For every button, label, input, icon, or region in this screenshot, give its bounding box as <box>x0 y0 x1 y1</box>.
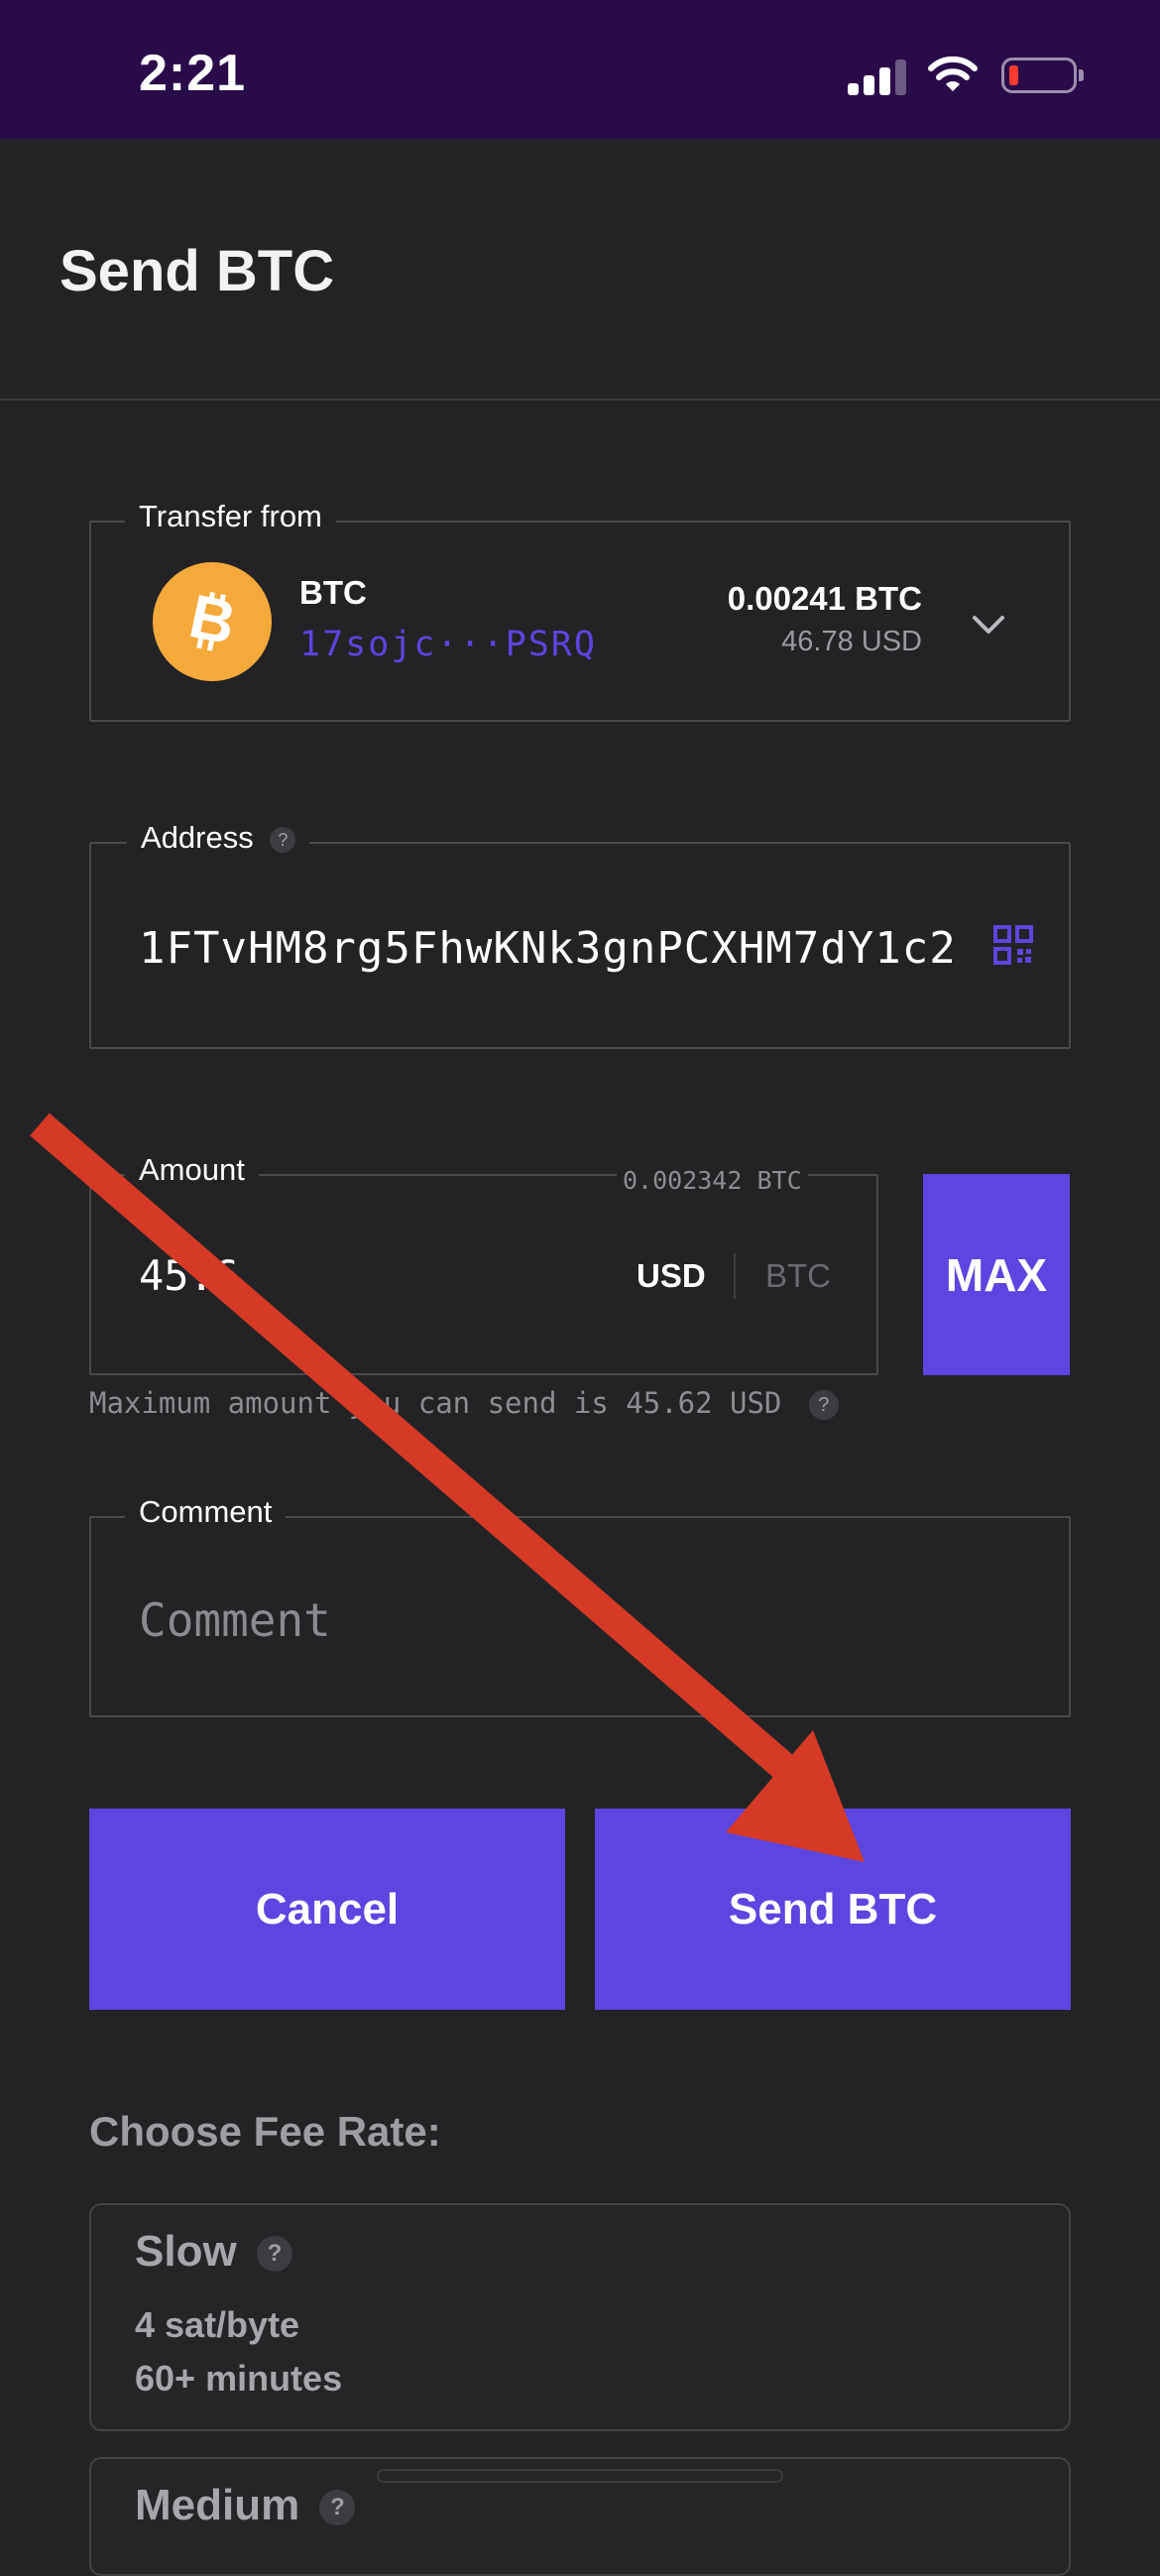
wifi-icon <box>928 56 978 91</box>
fee-option-name-text: Slow <box>135 2227 237 2276</box>
fee-option-time: 60+ minutes <box>135 2358 343 2399</box>
comment-input[interactable]: Comment <box>139 1593 331 1647</box>
max-button[interactable]: MAX <box>923 1174 1070 1375</box>
max-amount-hint-text: Maximum amount you can send is 45.62 USD <box>89 1386 782 1420</box>
battery-icon <box>1001 58 1077 93</box>
fee-option-name: Slow ? <box>135 2227 292 2277</box>
amount-field[interactable]: Amount 0.002342 BTC 45.6 USD BTC <box>89 1152 878 1375</box>
send-btc-button[interactable]: Send BTC <box>595 1809 1071 2010</box>
unit-divider <box>734 1253 736 1299</box>
page-title: Send BTC <box>59 239 335 303</box>
fee-option-slow[interactable]: Slow ? 4 sat/byte 60+ minutes <box>89 2203 1071 2431</box>
fee-help-icon[interactable]: ? <box>256 2236 292 2273</box>
fee-option-name: Medium ? <box>135 2481 356 2530</box>
amount-input[interactable]: 45.6 <box>139 1251 239 1300</box>
coin-name: BTC <box>299 574 367 611</box>
transfer-from-label: Transfer from <box>125 499 336 534</box>
address-help-icon[interactable]: ? <box>270 826 296 853</box>
max-amount-hint: Maximum amount you can send is 45.62 USD… <box>89 1386 839 1420</box>
fee-rate-title: Choose Fee Rate: <box>89 2108 441 2155</box>
qr-code-scan-icon[interactable] <box>993 925 1033 965</box>
cancel-button[interactable]: Cancel <box>89 1809 565 2010</box>
address-input[interactable]: 1FTvHM8rg5FhwKNk3gnPCXHM7dY1c21 <box>139 923 952 974</box>
unit-toggle-usd[interactable]: USD <box>637 1257 706 1295</box>
amount-label: Amount <box>125 1152 259 1188</box>
cellular-signal-icon <box>848 58 907 95</box>
fee-option-rate: 4 sat/byte <box>135 2304 300 2345</box>
fee-option-name-text: Medium <box>135 2481 300 2529</box>
bitcoin-logo-icon: B <box>153 562 272 681</box>
address-field[interactable]: Address ? 1FTvHM8rg5FhwKNk3gnPCXHM7dY1c2… <box>89 820 1071 1049</box>
max-amount-help-icon[interactable]: ? <box>808 1390 839 1420</box>
address-label-text: Address <box>141 820 254 855</box>
fee-help-icon[interactable]: ? <box>319 2490 356 2526</box>
balance-usd: 46.78 USD <box>781 626 922 657</box>
comment-label: Comment <box>125 1494 287 1530</box>
status-time: 2:21 <box>139 45 247 102</box>
unit-toggle-btc[interactable]: BTC <box>765 1257 831 1295</box>
balance-btc: 0.00241 BTC <box>727 580 922 617</box>
transfer-from-selector[interactable]: Transfer from B BTC 17sojc···PSRQ 0.0024… <box>89 499 1071 722</box>
address-label: Address ? <box>127 820 310 856</box>
wallet-address-short: 17sojc···PSRQ <box>299 625 597 664</box>
comment-field[interactable]: Comment Comment <box>89 1494 1071 1717</box>
home-indicator <box>377 2469 783 2483</box>
header: Send BTC <box>0 139 1160 401</box>
status-bar: 2:21 <box>0 0 1160 139</box>
battery-tip <box>1079 69 1084 81</box>
chevron-down-icon <box>973 616 1004 634</box>
amount-converted: 0.002342 BTC <box>617 1166 808 1195</box>
